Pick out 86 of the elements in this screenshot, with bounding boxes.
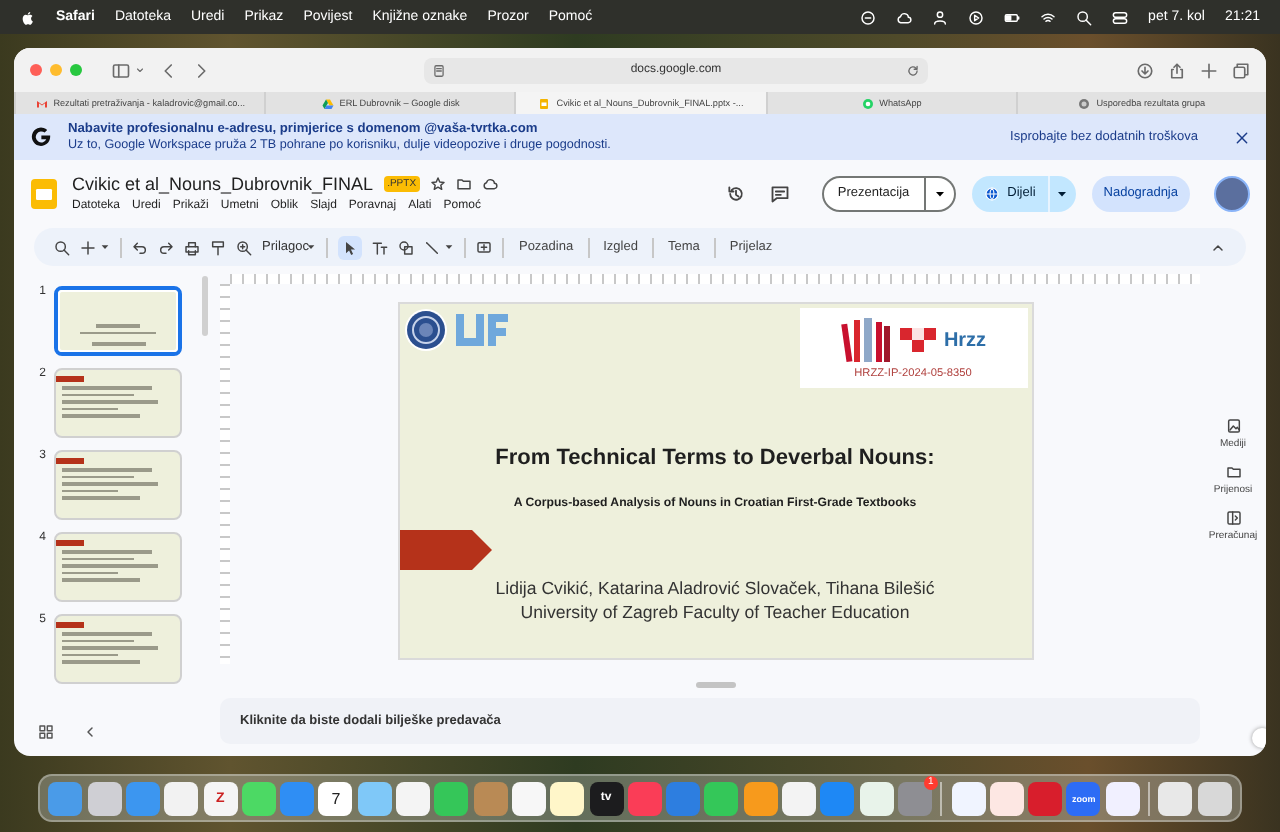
history-icon[interactable] [725,183,746,203]
page-icon [432,63,446,77]
seal-logo-icon [403,308,447,352]
chat-bubble-icon [861,97,874,109]
envelope-m-icon [35,97,48,109]
plus-icon[interactable] [80,239,96,255]
print-icon[interactable] [184,239,200,255]
caret-icon [1056,187,1069,199]
present-dropdown-button[interactable] [925,175,956,211]
shapes-icon[interactable] [398,239,415,255]
paint-roller-icon[interactable] [210,239,226,255]
scrollbar[interactable] [202,276,208,336]
logo-text: Hrzz [943,329,987,351]
caret-icon [933,187,946,199]
comment-icon[interactable] [769,183,790,203]
books-logo-icon [839,316,892,364]
slide-thumbnail[interactable] [54,286,182,356]
app-icon[interactable] [396,781,431,815]
close-window-button[interactable] [30,64,42,76]
line-icon[interactable] [424,239,441,255]
grid-view-icon[interactable] [38,724,54,740]
app-icon[interactable] [951,781,986,815]
image-icon [1225,418,1241,434]
app-icon[interactable] [1158,781,1193,815]
app-icon[interactable] [87,781,122,815]
checkerboard-icon [899,328,936,352]
chevron-up-icon[interactable] [1210,239,1226,255]
avatar[interactable] [1214,175,1250,211]
folder-icon[interactable] [456,176,473,192]
folder-icon [1225,464,1241,480]
battery-icon[interactable] [1004,9,1021,25]
control-center-icon[interactable] [1112,9,1129,25]
redo-icon[interactable] [158,239,174,255]
slide-title: From Technical Terms to Deverbal Nouns: [495,446,935,470]
star-icon[interactable] [430,176,447,192]
app-icon[interactable] [859,781,894,815]
app-icon[interactable] [1197,781,1232,815]
app-icon[interactable]: 7 [318,781,353,815]
zoom-icon[interactable] [236,239,252,255]
panel-icon [1225,510,1241,526]
globe-icon [983,185,1000,201]
document-title[interactable]: Cvikic et al_Nouns_Dubrovnik_FINAL [72,174,374,194]
reload-icon[interactable] [906,63,920,77]
resize-handle[interactable] [695,682,735,688]
undo-icon[interactable] [132,239,148,255]
status-icon[interactable] [860,9,877,25]
caret-icon[interactable] [444,242,455,252]
cloud-icon[interactable] [482,176,499,192]
caret-icon [306,242,317,252]
sidebar-icon[interactable] [112,61,130,79]
text-box-icon[interactable] [372,239,389,255]
app-icon[interactable] [1105,781,1140,815]
search-icon[interactable] [1076,9,1093,25]
arrow-shape [399,530,491,570]
app-icon[interactable] [511,781,546,815]
close-icon[interactable] [1234,129,1250,145]
app-icon[interactable] [550,781,585,815]
chevron-down-icon[interactable] [134,64,146,76]
globe-icon [1078,97,1091,109]
new-tab-icon[interactable] [1200,61,1218,79]
apple-logo-icon[interactable] [20,9,36,25]
collapse-icon[interactable] [82,724,98,740]
add-comment-icon[interactable] [476,239,493,255]
letters-logo-icon [453,312,509,348]
app-icon[interactable] [357,781,392,815]
pointer-icon [342,239,359,255]
person-icon[interactable] [932,9,949,25]
share-icon[interactable] [1168,61,1186,79]
tabs-overview-icon[interactable] [1232,61,1250,79]
app-icon[interactable] [241,781,276,815]
wifi-icon[interactable] [1040,9,1057,25]
slide-institution: University of Zagreb Faculty of Teacher Education [520,602,910,622]
app-icon[interactable] [782,781,817,815]
app-icon[interactable] [164,781,199,815]
slide-authors: Lidija Cvikić, Katarina Aladrović Slovaček, Tihana Bilešić [495,578,935,598]
caret-icon[interactable] [100,242,110,252]
download-icon[interactable] [1136,61,1154,79]
g-logo-icon [30,126,52,148]
presentation-icon [538,97,551,109]
back-icon[interactable] [160,61,178,79]
play-icon[interactable] [968,9,985,25]
forward-icon[interactable] [192,61,210,79]
select-tool-button[interactable] [338,235,363,259]
triangle-logo-icon [321,97,334,109]
search-icon[interactable] [54,239,70,255]
app-icon[interactable] [989,781,1024,815]
